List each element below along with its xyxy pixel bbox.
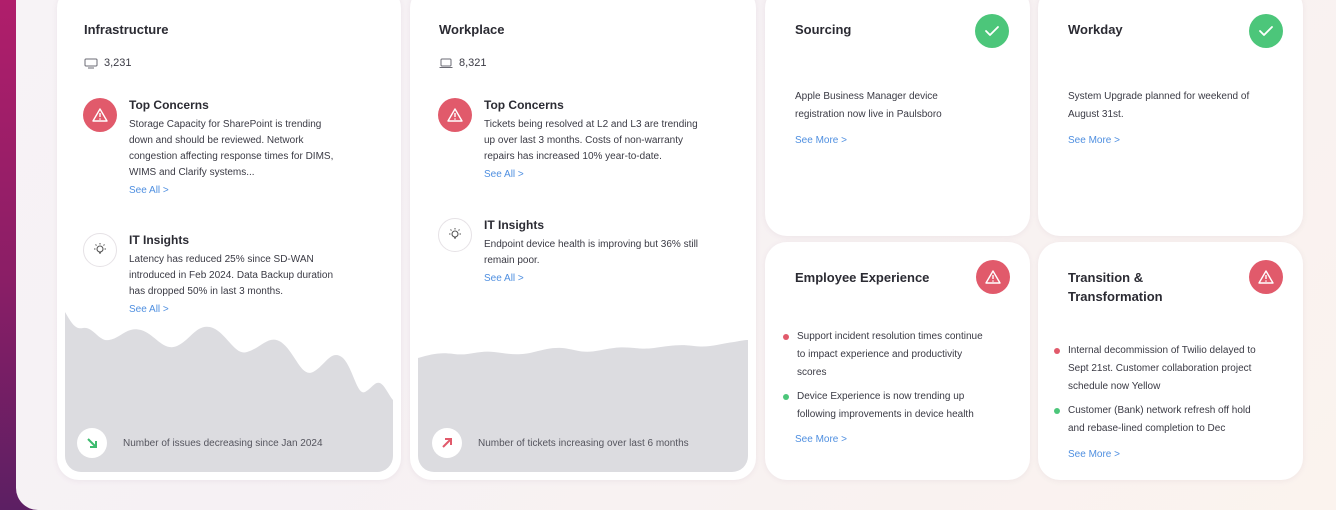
card-title: Workday — [1068, 22, 1123, 37]
insights-see-all-link[interactable]: See All > — [484, 273, 698, 284]
warning-icon — [1249, 260, 1283, 294]
concerns-text: Storage Capacity for SharePoint is trend… — [129, 119, 334, 178]
red-status-dot — [783, 334, 789, 340]
list-item: Internal decommission of Twilio delayed … — [1054, 342, 1298, 396]
card-title: Sourcing — [795, 22, 852, 37]
employee-experience-card[interactable]: Employee Experience Support incident res… — [765, 242, 1030, 480]
red-status-dot — [1054, 348, 1060, 354]
list-item: Support incident resolution times contin… — [783, 328, 1023, 382]
bullet-list: Support incident resolution times contin… — [783, 328, 1023, 424]
bullet-list: Internal decommission of Twilio delayed … — [1054, 342, 1298, 438]
warning-icon — [438, 98, 472, 132]
trend-text: Number of issues decreasing since Jan 20… — [123, 437, 323, 449]
device-count: 3,231 — [84, 57, 132, 69]
tickets-trend-row: Number of tickets increasing over last 6… — [432, 428, 689, 458]
transition-transformation-card[interactable]: Transition & Transformation Internal dec… — [1038, 242, 1303, 480]
see-more-link[interactable]: See More > — [795, 434, 847, 445]
count-value: 3,231 — [104, 57, 132, 69]
top-concerns-section: Top Concerns Tickets being resolved at L… — [438, 98, 698, 180]
concerns-text: Tickets being resolved at L2 and L3 are … — [484, 119, 698, 162]
count-value: 8,321 — [459, 57, 487, 69]
green-status-dot — [783, 394, 789, 400]
see-more-link[interactable]: See More > — [1068, 449, 1120, 460]
warning-icon — [83, 98, 117, 132]
sourcing-card[interactable]: Sourcing Apple Business Manager device r… — [765, 0, 1030, 236]
lightbulb-icon — [438, 218, 472, 252]
card-text: Apple Business Manager device registrati… — [795, 91, 942, 120]
workday-card[interactable]: Workday System Upgrade planned for weeke… — [1038, 0, 1303, 236]
card-title: Transition & Transformation — [1068, 270, 1163, 304]
infrastructure-card[interactable]: Infrastructure 3,231 Top Concerns Storag… — [57, 0, 401, 480]
trend-text: Number of tickets increasing over last 6… — [478, 437, 689, 449]
warning-icon — [976, 260, 1010, 294]
card-title: Employee Experience — [795, 270, 930, 285]
green-status-dot — [1054, 408, 1060, 414]
insights-title: IT Insights — [484, 218, 544, 232]
lightbulb-icon — [83, 233, 117, 267]
trend-down-arrow-icon — [77, 428, 107, 458]
check-icon — [975, 14, 1009, 48]
top-concerns-section: Top Concerns Storage Capacity for ShareP… — [83, 98, 333, 196]
concerns-see-all-link[interactable]: See All > — [484, 169, 698, 180]
see-more-link[interactable]: See More > — [795, 135, 847, 146]
device-count: 8,321 — [439, 57, 487, 69]
concerns-title: Top Concerns — [129, 98, 209, 112]
concerns-title: Top Concerns — [484, 98, 564, 112]
laptop-icon — [439, 58, 453, 68]
workplace-card[interactable]: Workplace 8,321 Top Concerns Tickets bei… — [410, 0, 756, 480]
monitor-icon — [84, 58, 98, 68]
trend-up-arrow-icon — [432, 428, 462, 458]
insights-text: Endpoint device health is improving but … — [484, 239, 699, 266]
it-insights-section: IT Insights Latency has reduced 25% sinc… — [83, 233, 333, 315]
list-item: Device Experience is now trending up fol… — [783, 388, 1023, 424]
card-title: Infrastructure — [84, 22, 169, 37]
concerns-see-all-link[interactable]: See All > — [129, 185, 333, 196]
check-icon — [1249, 14, 1283, 48]
card-text: System Upgrade planned for weekend of Au… — [1068, 91, 1250, 120]
see-more-link[interactable]: See More > — [1068, 135, 1120, 146]
insights-title: IT Insights — [129, 233, 189, 247]
issues-trend-row: Number of issues decreasing since Jan 20… — [77, 428, 323, 458]
card-title: Workplace — [439, 22, 505, 37]
list-item: Customer (Bank) network refresh off hold… — [1054, 402, 1298, 438]
insights-text: Latency has reduced 25% since SD-WAN int… — [129, 254, 334, 297]
it-insights-section: IT Insights Endpoint device health is im… — [438, 218, 698, 284]
